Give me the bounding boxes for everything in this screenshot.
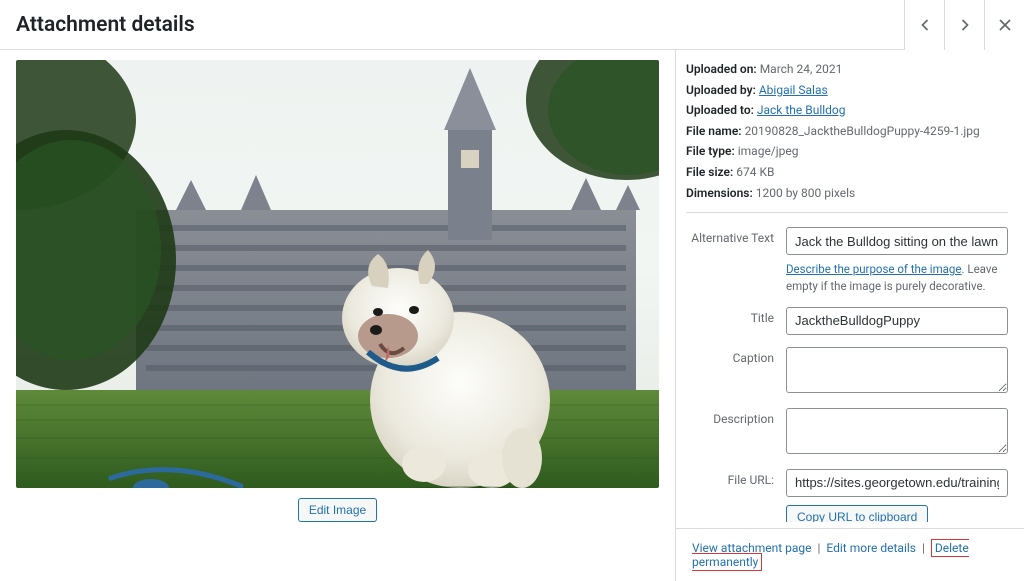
edit-image-button[interactable]: Edit Image [298, 498, 377, 522]
title-label: Title [686, 307, 786, 325]
modal-header: Attachment details [0, 0, 1024, 50]
preview-image [16, 60, 659, 488]
file-url-input[interactable] [786, 469, 1008, 497]
dimensions-value: 1200 by 800 pixels [756, 186, 855, 200]
meta-divider [686, 212, 1008, 213]
details-scroll[interactable]: Uploaded on: March 24, 2021 Uploaded by:… [676, 50, 1024, 522]
description-input[interactable] [786, 408, 1008, 454]
preview-pane: Edit Image [0, 50, 676, 581]
modal-title: Attachment details [16, 13, 195, 37]
uploaded-on-label: Uploaded on: [686, 62, 757, 76]
alt-text-input[interactable] [786, 227, 1008, 255]
description-field: Description [686, 408, 1008, 457]
file-url-field: File URL: Copy URL to clipboard [686, 469, 1008, 523]
uploaded-by-link[interactable]: Abigail Salas [759, 83, 828, 97]
caption-input[interactable] [786, 347, 1008, 393]
uploaded-to-link[interactable]: Jack the Bulldog [757, 103, 846, 117]
file-type-label: File type: [686, 144, 735, 158]
modal-body: Edit Image Uploaded on: March 24, 2021 U… [0, 50, 1024, 581]
caption-label: Caption [686, 347, 786, 365]
attachment-preview [16, 60, 659, 488]
alt-text-field: Alternative Text Describe the purpose of… [686, 227, 1008, 294]
header-buttons [904, 0, 1024, 49]
alt-text-help-link[interactable]: Describe the purpose of the image [786, 262, 962, 276]
alt-text-helper: Describe the purpose of the image. Leave… [786, 261, 1008, 294]
chevron-right-icon [955, 15, 975, 35]
title-field: Title [686, 307, 1008, 335]
file-name-value: 20190828_JacktheBulldogPuppy-4259-1.jpg [745, 124, 980, 138]
details-pane: Uploaded on: March 24, 2021 Uploaded by:… [676, 50, 1024, 581]
uploaded-on-value: March 24, 2021 [760, 62, 843, 76]
next-button[interactable] [944, 0, 984, 50]
close-icon [995, 15, 1015, 35]
file-size-value: 674 KB [736, 165, 774, 179]
caption-field: Caption [686, 347, 1008, 396]
file-url-label: File URL: [686, 469, 786, 487]
uploaded-to-label: Uploaded to: [686, 103, 754, 117]
prev-button[interactable] [904, 0, 944, 50]
uploaded-by-label: Uploaded by: [686, 83, 756, 97]
chevron-left-icon [915, 15, 935, 35]
file-size-label: File size: [686, 165, 733, 179]
copy-url-button[interactable]: Copy URL to clipboard [786, 505, 928, 523]
alt-text-label: Alternative Text [686, 227, 786, 245]
file-type-value: image/jpeg [738, 144, 799, 158]
attachment-details-modal: Attachment details [0, 0, 1024, 581]
file-name-label: File name: [686, 124, 742, 138]
title-input[interactable] [786, 307, 1008, 335]
description-label: Description [686, 408, 786, 426]
attachment-meta: Uploaded on: March 24, 2021 Uploaded by:… [686, 60, 1008, 202]
details-footer: View attachment page | Edit more details… [676, 528, 1024, 581]
close-button[interactable] [984, 0, 1024, 50]
edit-more-details-link[interactable]: Edit more details [826, 541, 916, 555]
dimensions-label: Dimensions: [686, 186, 753, 200]
